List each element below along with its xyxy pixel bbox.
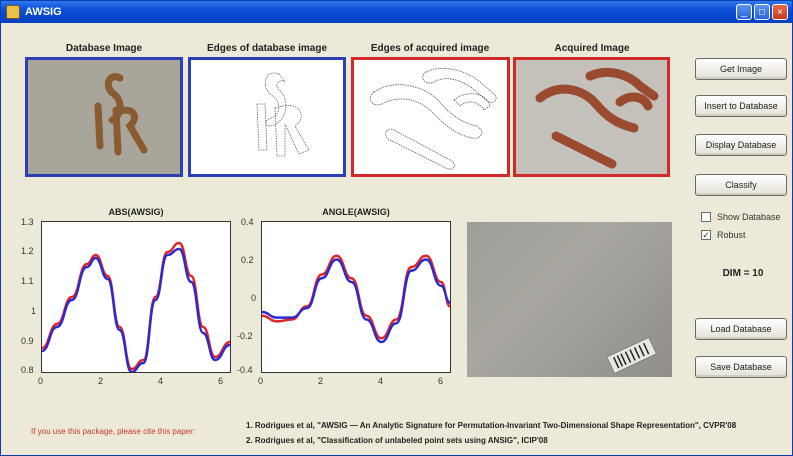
abs-plot-canvas bbox=[41, 241, 231, 374]
angle-xtick: 4 bbox=[378, 376, 384, 386]
reference-2: 2. Rodrigues et al, "Classification of u… bbox=[246, 436, 548, 445]
show-database-checkbox-box[interactable] bbox=[701, 212, 711, 222]
acquired-shape-drawing bbox=[535, 67, 659, 169]
abs-xtick: 4 bbox=[158, 376, 164, 386]
camera-preview-drawing bbox=[606, 337, 657, 374]
robust-checkbox[interactable]: ✓ Robust bbox=[701, 230, 746, 240]
main-window: AWSIG _ □ × Database Image Edges of data… bbox=[0, 0, 793, 456]
angle-plot-canvas bbox=[261, 254, 451, 344]
acquired-edges-image bbox=[351, 57, 510, 177]
database-edges-drawing bbox=[256, 72, 310, 157]
abs-xtick: 2 bbox=[98, 376, 104, 386]
angle-xtick: 0 bbox=[258, 376, 264, 386]
abs-ytick: 1.2 bbox=[21, 246, 34, 256]
acquired-image-label: Acquired Image bbox=[554, 43, 630, 54]
window-controls: _ □ × bbox=[736, 4, 788, 20]
angle-xtick: 2 bbox=[318, 376, 324, 386]
reference-1: 1. Rodrigues et al, "AWSIG — An Analytic… bbox=[246, 421, 737, 430]
angle-ytick: 0.4 bbox=[241, 217, 254, 227]
angle-ytick: -0.4 bbox=[237, 365, 253, 375]
classify-button[interactable]: Classify bbox=[695, 174, 787, 196]
plot-1-series-1-line bbox=[261, 258, 451, 344]
save-database-button[interactable]: Save Database bbox=[695, 356, 787, 378]
citation-note: If you use this package, please cite thi… bbox=[31, 427, 196, 436]
abs-plot-axes bbox=[41, 221, 231, 374]
abs-ytick: 1 bbox=[31, 306, 37, 316]
acquired-edges-drawing bbox=[369, 68, 497, 170]
db-edges-label: Edges of database image bbox=[206, 43, 328, 54]
minimize-icon: _ bbox=[741, 7, 747, 18]
angle-plot-axes bbox=[261, 221, 451, 373]
window-title: AWSIG bbox=[25, 6, 62, 18]
database-shape-drawing bbox=[94, 73, 148, 156]
show-database-checkbox[interactable]: Show Database bbox=[701, 212, 781, 222]
abs-plot-title: ABS(AWSIG) bbox=[108, 207, 164, 217]
minimize-button[interactable]: _ bbox=[736, 4, 752, 20]
abs-ytick: 1.3 bbox=[21, 217, 34, 227]
abs-xtick: 0 bbox=[38, 376, 44, 386]
display-database-button[interactable]: Display Database bbox=[695, 134, 787, 156]
title-bar[interactable]: AWSIG _ □ × bbox=[1, 1, 792, 23]
angle-plot-title: ANGLE(AWSIG) bbox=[322, 207, 390, 217]
acquired-image bbox=[513, 57, 670, 177]
maximize-button[interactable]: □ bbox=[754, 4, 770, 20]
plot-0-series-0-line bbox=[41, 241, 231, 371]
abs-ytick: 0.9 bbox=[21, 336, 34, 346]
close-icon: × bbox=[777, 7, 783, 18]
abs-xtick: 6 bbox=[218, 376, 224, 386]
angle-xtick: 6 bbox=[438, 376, 444, 386]
load-database-button[interactable]: Load Database bbox=[695, 318, 787, 340]
acq-edges-label: Edges of acquired image bbox=[370, 43, 490, 54]
database-edges-image bbox=[188, 57, 346, 177]
angle-ytick: 0.2 bbox=[241, 255, 254, 265]
angle-ytick: 0 bbox=[251, 293, 257, 303]
dimension-readout: DIM = 10 bbox=[722, 268, 764, 279]
abs-ytick: 1.1 bbox=[21, 276, 34, 286]
angle-ytick: -0.2 bbox=[237, 331, 253, 341]
database-image-label: Database Image bbox=[65, 43, 143, 54]
maximize-icon: □ bbox=[758, 7, 766, 18]
plot-0-series-1-line bbox=[41, 247, 231, 374]
checkmark-icon[interactable]: ✓ bbox=[701, 230, 711, 240]
abs-ytick: 0.8 bbox=[21, 365, 34, 375]
database-image bbox=[25, 57, 183, 177]
app-icon bbox=[6, 5, 20, 19]
get-image-button[interactable]: Get Image bbox=[695, 58, 787, 80]
insert-to-database-button[interactable]: Insert to Database bbox=[695, 95, 787, 117]
robust-label: Robust bbox=[717, 230, 746, 240]
camera-preview bbox=[467, 222, 672, 377]
close-button[interactable]: × bbox=[772, 4, 788, 20]
show-database-label: Show Database bbox=[717, 212, 781, 222]
plot-1-series-0-line bbox=[261, 254, 451, 340]
